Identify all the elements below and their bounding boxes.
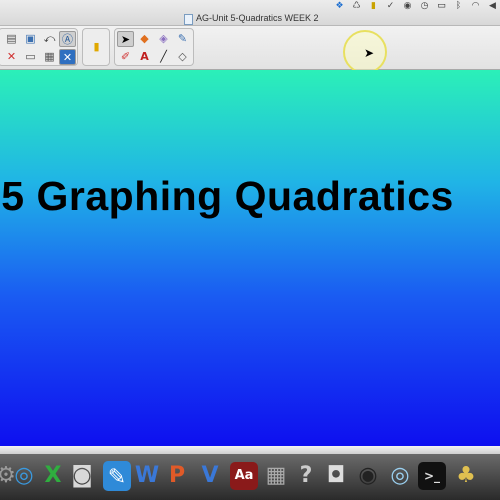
wifi-icon[interactable]: ◠ xyxy=(470,1,481,12)
window-title: AG-Unit 5-Quadratics WEEK 2 xyxy=(196,13,319,23)
screen-recorder-icon[interactable]: ◘ xyxy=(322,459,350,493)
terminal-icon[interactable]: >_ xyxy=(418,462,446,490)
clock-icon[interactable]: ◷ xyxy=(419,1,430,12)
excel-icon[interactable]: X xyxy=(39,459,67,493)
dictionary-icon[interactable]: Aa xyxy=(230,462,258,490)
notes-icon[interactable]: ▮ xyxy=(368,1,379,12)
eraser-icon[interactable]: ◈ xyxy=(155,31,172,47)
line-icon[interactable]: ╱ xyxy=(155,49,172,65)
recycle-icon[interactable]: ♺ xyxy=(351,1,362,12)
fill-icon[interactable]: ◆ xyxy=(136,31,153,47)
help-icon[interactable]: ? xyxy=(292,459,320,493)
window-bottom-edge xyxy=(0,446,500,454)
file-tools-group: ▤ ▣ ⤺ Ⓐ ✕ ▭ ▦ ✕ xyxy=(0,28,78,66)
powerpoint-icon[interactable]: P xyxy=(163,459,191,493)
video-camera-icon[interactable]: ◙ xyxy=(68,459,96,493)
insert-image-icon[interactable]: ▣ xyxy=(22,31,39,47)
color-pens-icon[interactable]: ✐ xyxy=(117,49,134,65)
screen-shade-icon[interactable]: ▭ xyxy=(22,49,39,65)
slide-canvas[interactable]: 05 Graphing Quadratics xyxy=(0,70,500,446)
table-icon[interactable]: ▦ xyxy=(41,49,58,65)
text-edit-icon[interactable]: ✎ xyxy=(103,461,131,491)
close-box-icon[interactable]: ✕ xyxy=(59,49,76,65)
title-bar: ❖ ♺ ▮ ✓ ◉ ◷ ▭ ᛒ ◠ ◀ AG-Unit 5-Quadratics… xyxy=(0,0,500,26)
delete-icon[interactable]: ✕ xyxy=(3,49,20,65)
document-icon xyxy=(184,14,193,25)
lock-icon[interactable]: ▮ xyxy=(88,39,105,55)
slide-title: 05 Graphing Quadratics xyxy=(0,173,454,219)
undo-icon[interactable]: ⤺ xyxy=(41,31,58,47)
dock: ⚙ ◎ X ◙ ✎ W P V Aa ▦ ? ◘ ◉ ◎ >_ ♣ xyxy=(0,454,500,500)
dvd-icon[interactable]: ◉ xyxy=(354,459,382,493)
spellcheck-icon[interactable]: Ⓐ xyxy=(59,31,76,47)
display-icon[interactable]: ▭ xyxy=(436,1,447,12)
new-page-icon[interactable]: ▤ xyxy=(3,31,20,47)
shape-eraser-icon[interactable]: ◇ xyxy=(174,49,191,65)
select-pointer-icon[interactable]: ➤ xyxy=(117,31,134,47)
bluetooth-icon[interactable]: ᛒ xyxy=(453,1,464,12)
disk-utility-icon[interactable]: ◎ xyxy=(386,459,414,493)
toolbar: ▤ ▣ ⤺ Ⓐ ✕ ▭ ▦ ✕ ▮ ➤ ◆ ◈ ✎ ✐ A ╱ ◇ xyxy=(0,26,500,70)
volume-icon[interactable]: ◀ xyxy=(487,1,498,12)
safari-icon[interactable]: ◎ xyxy=(10,459,38,493)
pen-icon[interactable]: ✎ xyxy=(174,31,191,47)
eye-icon[interactable]: ◉ xyxy=(402,1,413,12)
menu-extras: ❖ ♺ ▮ ✓ ◉ ◷ ▭ ᛒ ◠ ◀ xyxy=(334,1,498,13)
drawing-tools-group: ➤ ◆ ◈ ✎ ✐ A ╱ ◇ xyxy=(114,28,194,66)
word-icon[interactable]: W xyxy=(133,459,161,493)
visio-icon[interactable]: V xyxy=(196,459,224,493)
check-icon[interactable]: ✓ xyxy=(385,1,396,12)
calculator-icon[interactable]: ▦ xyxy=(262,459,290,493)
dropbox-icon[interactable]: ❖ xyxy=(334,1,345,12)
text-icon[interactable]: A xyxy=(136,49,153,65)
mouse-cursor-icon: ➤ xyxy=(364,46,375,60)
lock-group: ▮ xyxy=(82,28,110,66)
preview-icon[interactable]: ♣ xyxy=(452,459,480,493)
